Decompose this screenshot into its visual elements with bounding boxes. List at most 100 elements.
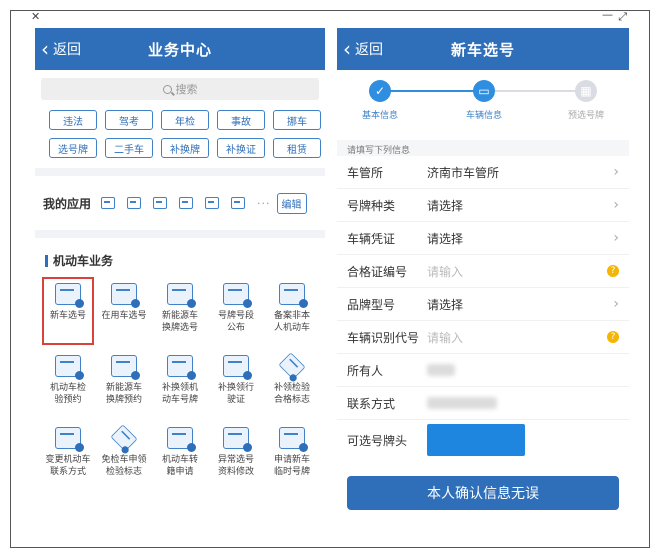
plate-icon[interactable] xyxy=(153,197,168,209)
maximize-icon[interactable]: ⤢ xyxy=(618,10,627,24)
field-value: 请选择 xyxy=(427,297,464,312)
quick-link[interactable]: 驾考 xyxy=(105,110,153,130)
field-owner: 所有人 xyxy=(337,354,629,387)
search-input[interactable]: 搜索 xyxy=(41,78,319,100)
plate-prefix-select[interactable] xyxy=(427,424,525,456)
chevron-left-icon: ‹ xyxy=(343,37,351,61)
field-input[interactable]: 请输入 xyxy=(427,263,607,280)
service-replace-license[interactable]: 补换领行 驶证 xyxy=(208,347,264,419)
service-ev-plate-booking[interactable]: 新能源车 换牌预约 xyxy=(96,347,152,419)
ev-plate-icon xyxy=(111,355,140,380)
service-label: 机动车检 验预约 xyxy=(49,383,86,405)
service-record-vehicle[interactable]: 备案非本 人机动车 xyxy=(264,275,320,347)
edit-doc-icon xyxy=(223,427,252,452)
field-label: 所有人 xyxy=(347,363,384,378)
new-car-plate-icon xyxy=(55,283,84,308)
service-temp-plate[interactable]: 申请新车 临时号牌 xyxy=(264,419,320,491)
step-preselect-plate: ▦ 预选号牌 xyxy=(551,80,621,121)
help-icon[interactable]: ? xyxy=(607,331,619,343)
quick-link[interactable]: 事故 xyxy=(217,110,265,130)
field-label: 合格证编号 xyxy=(347,264,408,279)
service-abnormal-edit[interactable]: 异常选号 资料修改 xyxy=(208,419,264,491)
document-icon[interactable] xyxy=(205,197,220,209)
service-inspection-badge[interactable]: 补领检验 合格标志 xyxy=(264,347,320,419)
minimize-icon[interactable]: — xyxy=(602,8,613,21)
field-label: 号牌种类 xyxy=(347,198,396,213)
contact-icon xyxy=(55,427,84,452)
service-change-contact[interactable]: 变更机动车 联系方式 xyxy=(40,419,96,491)
step-basic-info: ✓ 基本信息 xyxy=(345,80,415,121)
field-vehicle-office[interactable]: 车管所 济南市车管所 › xyxy=(337,156,629,189)
quick-link[interactable]: 挪车 xyxy=(273,110,321,130)
quick-link[interactable]: 补换证 xyxy=(217,138,265,158)
service-label: 在用车选号 xyxy=(101,311,147,321)
quick-link[interactable]: 二手车 xyxy=(105,138,153,158)
service-label: 新能源车 换牌选号 xyxy=(161,311,198,333)
exempt-icon xyxy=(110,424,138,452)
field-value: 请选择 xyxy=(427,198,464,213)
chevron-right-icon: › xyxy=(613,230,619,246)
service-exempt-badge[interactable]: 免检车申领 检验标志 xyxy=(96,419,152,491)
section-header: 机动车业务 xyxy=(35,238,325,275)
field-plate-type[interactable]: 号牌种类 请选择 › xyxy=(337,189,629,222)
more-icon: ··· xyxy=(257,196,271,210)
field-label: 可选号牌头 xyxy=(347,433,408,448)
page-title: 业务中心 xyxy=(147,40,212,59)
service-replace-plate[interactable]: 补换领机 动车号牌 xyxy=(152,347,208,419)
close-icon[interactable]: ✕ xyxy=(31,10,40,23)
field-certificate-number[interactable]: 合格证编号 请输入 ? xyxy=(337,255,629,288)
service-label: 机动车转 籍申请 xyxy=(161,455,198,477)
service-plate-range[interactable]: 号牌号段 公布 xyxy=(208,275,264,347)
field-brand-model[interactable]: 品牌型号 请选择 › xyxy=(337,288,629,321)
service-label: 补换领机 动车号牌 xyxy=(161,383,198,405)
quick-link[interactable]: 违法 xyxy=(49,110,97,130)
transfer-icon xyxy=(167,427,196,452)
back-button[interactable]: ‹ 返回 xyxy=(41,28,81,70)
field-vin[interactable]: 车辆识别代号 请输入 ? xyxy=(337,321,629,354)
confirm-button[interactable]: 本人确认信息无误 xyxy=(347,476,619,510)
business-center-screen: ‹ 返回 业务中心 搜索 违法 驾考 年检 事故 挪车 选号牌 二手车 补换牌 … xyxy=(35,28,325,526)
service-label: 申请新车 临时号牌 xyxy=(273,455,310,477)
quick-links: 违法 驾考 年检 事故 挪车 选号牌 二手车 补换牌 补换证 租赁 xyxy=(35,104,325,168)
service-new-car-plate[interactable]: 新车选号 xyxy=(40,275,96,347)
field-input[interactable]: 请输入 xyxy=(427,329,607,346)
back-button[interactable]: ‹ 返回 xyxy=(343,28,383,70)
chevron-left-icon: ‹ xyxy=(41,37,49,61)
ev-car-icon xyxy=(167,283,196,308)
car-in-use-icon xyxy=(111,283,140,308)
quick-link[interactable]: 年检 xyxy=(161,110,209,130)
service-ev-plate-select[interactable]: 新能源车 换牌选号 xyxy=(152,275,208,347)
field-plate-prefix[interactable]: 可选号牌头 xyxy=(337,420,629,460)
step-label: 预选号牌 xyxy=(567,111,604,121)
chevron-right-icon: › xyxy=(613,197,619,213)
help-icon[interactable]: ? xyxy=(607,265,619,277)
quick-link[interactable]: 补换牌 xyxy=(161,138,209,158)
field-label: 车辆凭证 xyxy=(347,231,396,246)
refresh-icon[interactable] xyxy=(179,197,194,209)
service-label: 免检车申领 检验标志 xyxy=(101,455,147,477)
back-label: 返回 xyxy=(53,42,81,58)
search-icon xyxy=(162,84,172,94)
truck-icon[interactable] xyxy=(127,197,142,209)
quick-link[interactable]: 租赁 xyxy=(273,138,321,158)
record-card-icon xyxy=(279,283,308,308)
id-card-icon[interactable] xyxy=(231,197,246,209)
back-label: 返回 xyxy=(355,42,383,58)
field-vehicle-voucher[interactable]: 车辆凭证 请选择 › xyxy=(337,222,629,255)
car-icon[interactable] xyxy=(101,197,116,209)
service-label: 备案非本 人机动车 xyxy=(273,311,310,333)
service-label: 补领检验 合格标志 xyxy=(273,383,310,405)
quick-link[interactable]: 选号牌 xyxy=(49,138,97,158)
service-label: 变更机动车 联系方式 xyxy=(45,455,91,477)
service-transfer[interactable]: 机动车转 籍申请 xyxy=(152,419,208,491)
section-title: 机动车业务 xyxy=(53,254,114,268)
edit-button[interactable]: 编辑 xyxy=(276,192,307,214)
service-inspection[interactable]: 机动车检 验预约 xyxy=(40,347,96,419)
field-value: 济南市车管所 xyxy=(427,165,500,180)
step-vehicle-info: ▭ 车辆信息 xyxy=(449,80,519,121)
field-label: 车辆识别代号 xyxy=(347,330,420,345)
new-car-plate-screen: ‹ 返回 新车选号 ✓ 基本信息 ▭ 车辆信息 ▦ 预选号牌 请填写下列信息 车… xyxy=(337,28,629,526)
field-value: 请选择 xyxy=(427,231,464,246)
service-car-in-use[interactable]: 在用车选号 xyxy=(96,275,152,347)
redacted-value xyxy=(427,397,497,409)
